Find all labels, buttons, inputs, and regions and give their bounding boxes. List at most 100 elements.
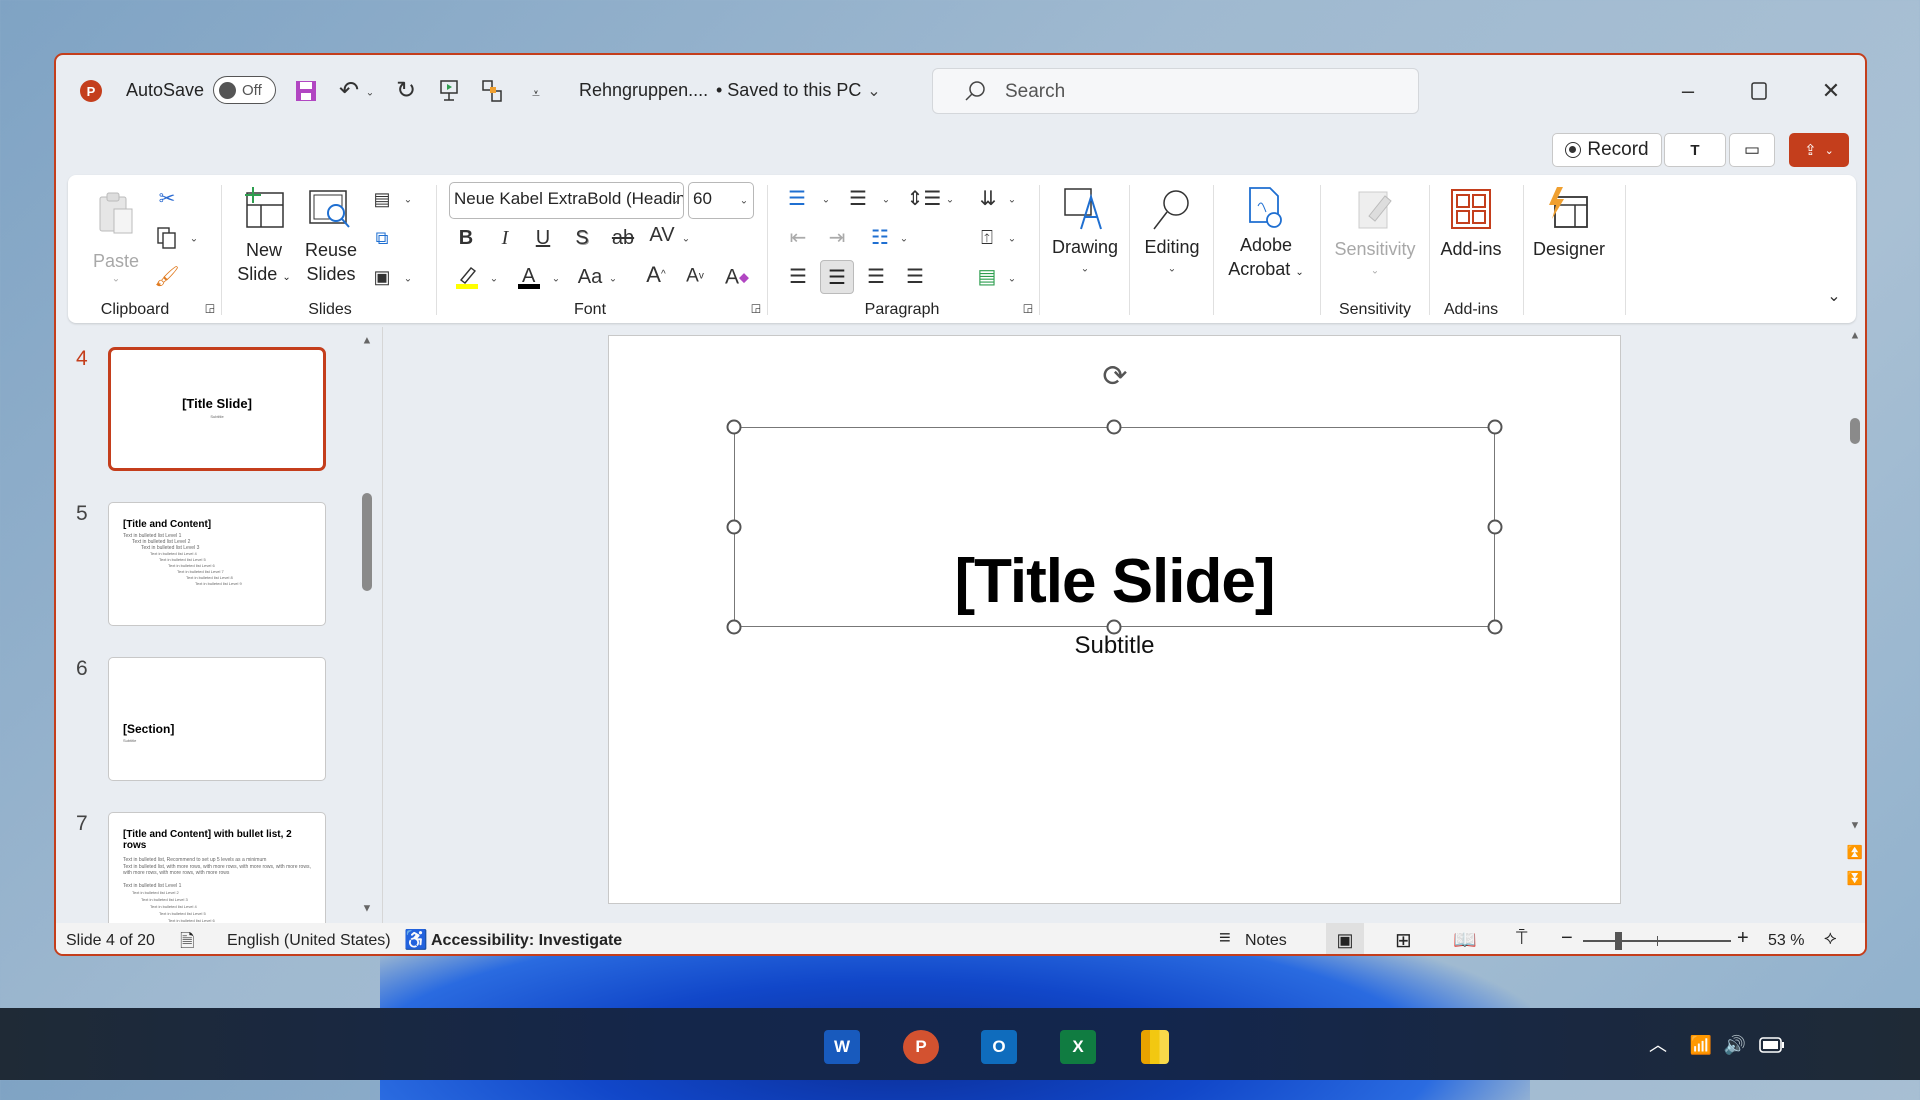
section-icon[interactable]: ▣ xyxy=(373,268,390,286)
minimize-icon[interactable]: – xyxy=(1682,80,1694,102)
columns-dropdown-icon[interactable]: ⌄ xyxy=(900,234,908,245)
editing-button[interactable]: Editing xyxy=(1144,235,1199,259)
editing-magnifier-icon[interactable] xyxy=(1150,187,1194,231)
slide-counter[interactable]: Slide 4 of 20 xyxy=(66,932,155,950)
copy-icon[interactable] xyxy=(157,227,177,249)
autosave-toggle[interactable]: Off xyxy=(213,76,276,104)
reading-view-icon[interactable]: 📖 xyxy=(1453,928,1477,952)
increase-indent-icon[interactable]: ⇥ xyxy=(829,228,846,248)
scroll-down-icon[interactable]: ▼ xyxy=(362,903,373,915)
slide-subtitle[interactable]: Subtitle xyxy=(609,632,1620,660)
slide-thumbnail-7[interactable]: [Title and Content] with bullet list, 2 … xyxy=(108,812,326,923)
reuse-slides-icon[interactable] xyxy=(308,187,352,231)
save-status[interactable]: • Saved to this PC xyxy=(716,80,861,101)
highlight-color-icon[interactable] xyxy=(455,264,479,290)
zoom-in-icon[interactable]: + xyxy=(1737,927,1749,950)
search-box[interactable]: Search xyxy=(932,68,1419,114)
excel-icon[interactable]: X xyxy=(1060,1030,1096,1064)
add-ins-icon[interactable] xyxy=(1450,188,1492,230)
adobe-acrobat-button[interactable]: Adobe Acrobat ⌄ xyxy=(1228,233,1303,285)
spacing-dropdown-icon[interactable]: ⌄ xyxy=(682,234,690,245)
wifi-icon[interactable]: 📶 xyxy=(1690,1036,1712,1054)
italic-button[interactable]: I xyxy=(502,228,509,248)
bullets-icon[interactable]: ☰ xyxy=(788,189,806,209)
font-color-dropdown-icon[interactable]: ⌄ xyxy=(552,274,560,285)
paste-icon[interactable] xyxy=(96,189,136,237)
slide-thumbnail-5[interactable]: [Title and Content] Text in bulleted list… xyxy=(108,502,326,626)
zoom-slider-thumb[interactable] xyxy=(1615,932,1623,950)
accessibility-status[interactable]: Accessibility: Investigate xyxy=(431,932,622,950)
spelling-check-icon[interactable]: 🗎 xyxy=(180,929,194,954)
resize-handle-top-right[interactable] xyxy=(1487,419,1503,435)
next-slide-icon[interactable]: ⏬ xyxy=(1847,872,1863,885)
font-color-icon[interactable]: A xyxy=(517,264,541,290)
smartart-icon[interactable]: ▤ xyxy=(978,267,997,287)
case-dropdown-icon[interactable]: ⌄ xyxy=(609,274,617,285)
columns-icon[interactable]: ☷ xyxy=(871,228,889,248)
section-dropdown-icon[interactable]: ⌄ xyxy=(404,274,412,285)
drawing-dropdown-icon[interactable]: ⌄ xyxy=(1081,264,1089,275)
undo-icon[interactable]: ↶ xyxy=(339,79,359,103)
new-slide-icon[interactable] xyxy=(243,187,285,231)
record-button[interactable]: Record xyxy=(1552,133,1662,167)
line-spacing-dropdown-icon[interactable]: ⌄ xyxy=(946,195,954,206)
scroll-up-icon[interactable]: ▲ xyxy=(362,335,373,347)
format-painter-icon[interactable]: 🖌 xyxy=(154,267,179,287)
volume-icon[interactable]: 🔊 xyxy=(1724,1036,1746,1054)
normal-view-button[interactable]: ▣ xyxy=(1326,923,1364,954)
smartart-dropdown-icon[interactable]: ⌄ xyxy=(1008,274,1016,285)
copy-dropdown-icon[interactable]: ⌄ xyxy=(190,234,198,245)
collapse-ribbon-icon[interactable]: ⌄ xyxy=(1827,289,1840,305)
underline-button[interactable]: U xyxy=(536,228,550,248)
sensitivity-button[interactable]: Sensitivity xyxy=(1334,237,1415,261)
slide-show-icon[interactable]: ⍑ xyxy=(1516,928,1527,950)
canvas-scroll-thumb[interactable] xyxy=(1850,418,1860,444)
font-name-chevron-icon[interactable]: ⌄ xyxy=(671,196,679,207)
scroll-thumb[interactable] xyxy=(362,493,372,591)
numbering-icon[interactable]: ☰ xyxy=(849,189,867,209)
previous-slide-icon[interactable]: ⏫ xyxy=(1847,846,1863,859)
designer-button[interactable]: Designer xyxy=(1533,237,1605,261)
redo-icon[interactable]: ↻ xyxy=(396,79,416,103)
fit-slide-icon[interactable]: ⟡ xyxy=(1824,928,1837,950)
slide-title[interactable]: [Title Slide] xyxy=(609,546,1620,617)
save-status-chevron-icon[interactable]: ⌄ xyxy=(867,81,880,101)
line-spacing-icon[interactable]: ⇕☰ xyxy=(907,189,942,209)
thumbnail-scrollbar[interactable]: ▲ ▼ xyxy=(357,331,377,921)
resize-handle-top-left[interactable] xyxy=(726,419,742,435)
comments-button[interactable]: ▭ xyxy=(1729,133,1775,167)
scroll-down-icon[interactable]: ▼ xyxy=(1850,820,1861,832)
zoom-out-icon[interactable]: − xyxy=(1561,927,1573,950)
sensitivity-dropdown-icon[interactable]: ⌄ xyxy=(1371,266,1379,277)
text-direction-icon[interactable]: ⇊ xyxy=(980,189,997,209)
scroll-up-icon[interactable]: ▲ xyxy=(1850,330,1861,342)
paste-button[interactable]: Paste xyxy=(93,249,139,273)
file-name[interactable]: Rehngruppen.... xyxy=(579,80,708,101)
teams-button[interactable]: T xyxy=(1664,133,1726,167)
decrease-indent-icon[interactable]: ⇤ xyxy=(790,228,807,248)
increase-font-size-icon[interactable]: A ^ xyxy=(646,264,665,286)
designer-icon[interactable] xyxy=(1545,187,1591,231)
clear-formatting-icon[interactable]: A ◆ xyxy=(725,267,749,288)
present-from-start-icon[interactable] xyxy=(439,79,459,103)
rotate-handle-icon[interactable]: ⟳ xyxy=(1102,362,1127,392)
word-icon[interactable]: W xyxy=(824,1030,860,1064)
sensitivity-icon[interactable] xyxy=(1355,186,1395,232)
strikethrough-button[interactable]: ab xyxy=(612,228,634,248)
drawing-button[interactable]: Drawing xyxy=(1052,235,1118,259)
new-slide-button[interactable]: New Slide ⌄ xyxy=(237,238,290,290)
resize-handle-right[interactable] xyxy=(1487,519,1503,535)
justify-icon[interactable]: ☰ xyxy=(906,267,924,287)
align-text-dropdown-icon[interactable]: ⌄ xyxy=(1008,234,1016,245)
text-direction-dropdown-icon[interactable]: ⌄ xyxy=(1008,195,1016,206)
windows-start-icon[interactable] xyxy=(747,1030,783,1064)
arrange-shapes-icon[interactable] xyxy=(482,79,504,103)
cut-icon[interactable]: ✂ xyxy=(159,189,176,209)
bold-button[interactable]: B xyxy=(459,228,473,248)
resize-handle-top[interactable] xyxy=(1106,419,1122,435)
customize-toolbar-icon[interactable]: ⩡ xyxy=(532,86,540,100)
adobe-acrobat-icon[interactable] xyxy=(1246,186,1286,232)
powerpoint-icon[interactable]: P xyxy=(903,1030,939,1064)
character-spacing-button[interactable]: AV xyxy=(649,225,674,245)
slide-thumbnail-4[interactable]: [Title Slide] Subtitle xyxy=(108,347,326,471)
